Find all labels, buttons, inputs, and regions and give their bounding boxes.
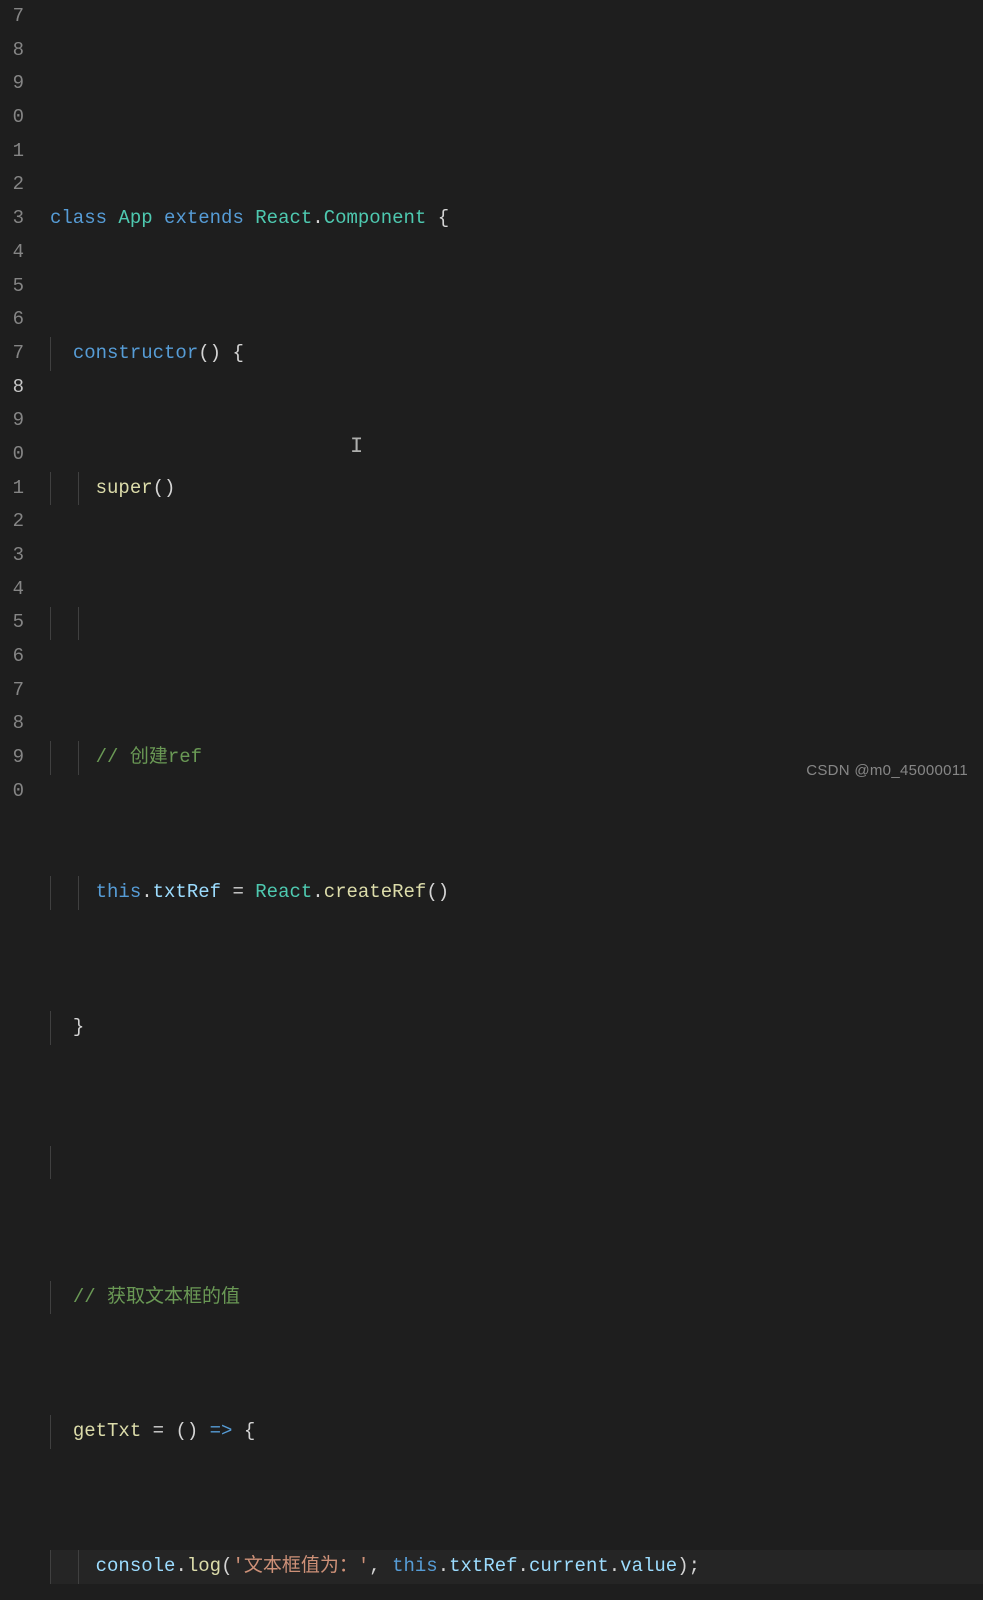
text-cursor-icon: I (350, 430, 363, 464)
line-number: 7 (0, 674, 32, 708)
line-number: 6 (0, 303, 32, 337)
code-line (50, 607, 983, 641)
code-line: constructor() { (50, 337, 983, 371)
code-line: } (50, 1011, 983, 1045)
line-number: 3 (0, 202, 32, 236)
line-number: 0 (0, 101, 32, 135)
line-number: 2 (0, 168, 32, 202)
code-line (50, 67, 983, 101)
line-number-active: 8 (0, 371, 32, 405)
line-number-gutter: 7 8 9 0 1 2 3 4 5 6 7 8 9 0 1 2 3 4 5 6 … (0, 0, 32, 800)
line-number: 8 (0, 707, 32, 741)
watermark-text: CSDN @m0_45000011 (806, 754, 968, 788)
line-number: 1 (0, 472, 32, 506)
line-number: 2 (0, 505, 32, 539)
line-number: 9 (0, 404, 32, 438)
line-number: 9 (0, 741, 32, 775)
code-line-active: console.log('文本框值为：', this.txtRef.curren… (50, 1550, 983, 1584)
code-line: super() (50, 472, 983, 506)
line-number: 7 (0, 0, 32, 34)
line-number: 4 (0, 573, 32, 607)
code-editor[interactable]: 7 8 9 0 1 2 3 4 5 6 7 8 9 0 1 2 3 4 5 6 … (0, 0, 983, 800)
line-number: 8 (0, 34, 32, 68)
line-number: 9 (0, 67, 32, 101)
line-number: 0 (0, 438, 32, 472)
code-line: // 获取文本框的值 (50, 1281, 983, 1315)
code-line: getTxt = () => { (50, 1415, 983, 1449)
line-number: 6 (0, 640, 32, 674)
line-number: 4 (0, 236, 32, 270)
line-number: 0 (0, 775, 32, 809)
code-line: class App extends React.Component { (50, 202, 983, 236)
code-line: this.txtRef = React.createRef() (50, 876, 983, 910)
code-area[interactable]: class App extends React.Component { cons… (32, 0, 983, 800)
code-line (50, 1146, 983, 1180)
line-number: 1 (0, 135, 32, 169)
line-number: 5 (0, 606, 32, 640)
line-number: 5 (0, 270, 32, 304)
line-number: 7 (0, 337, 32, 371)
line-number: 3 (0, 539, 32, 573)
